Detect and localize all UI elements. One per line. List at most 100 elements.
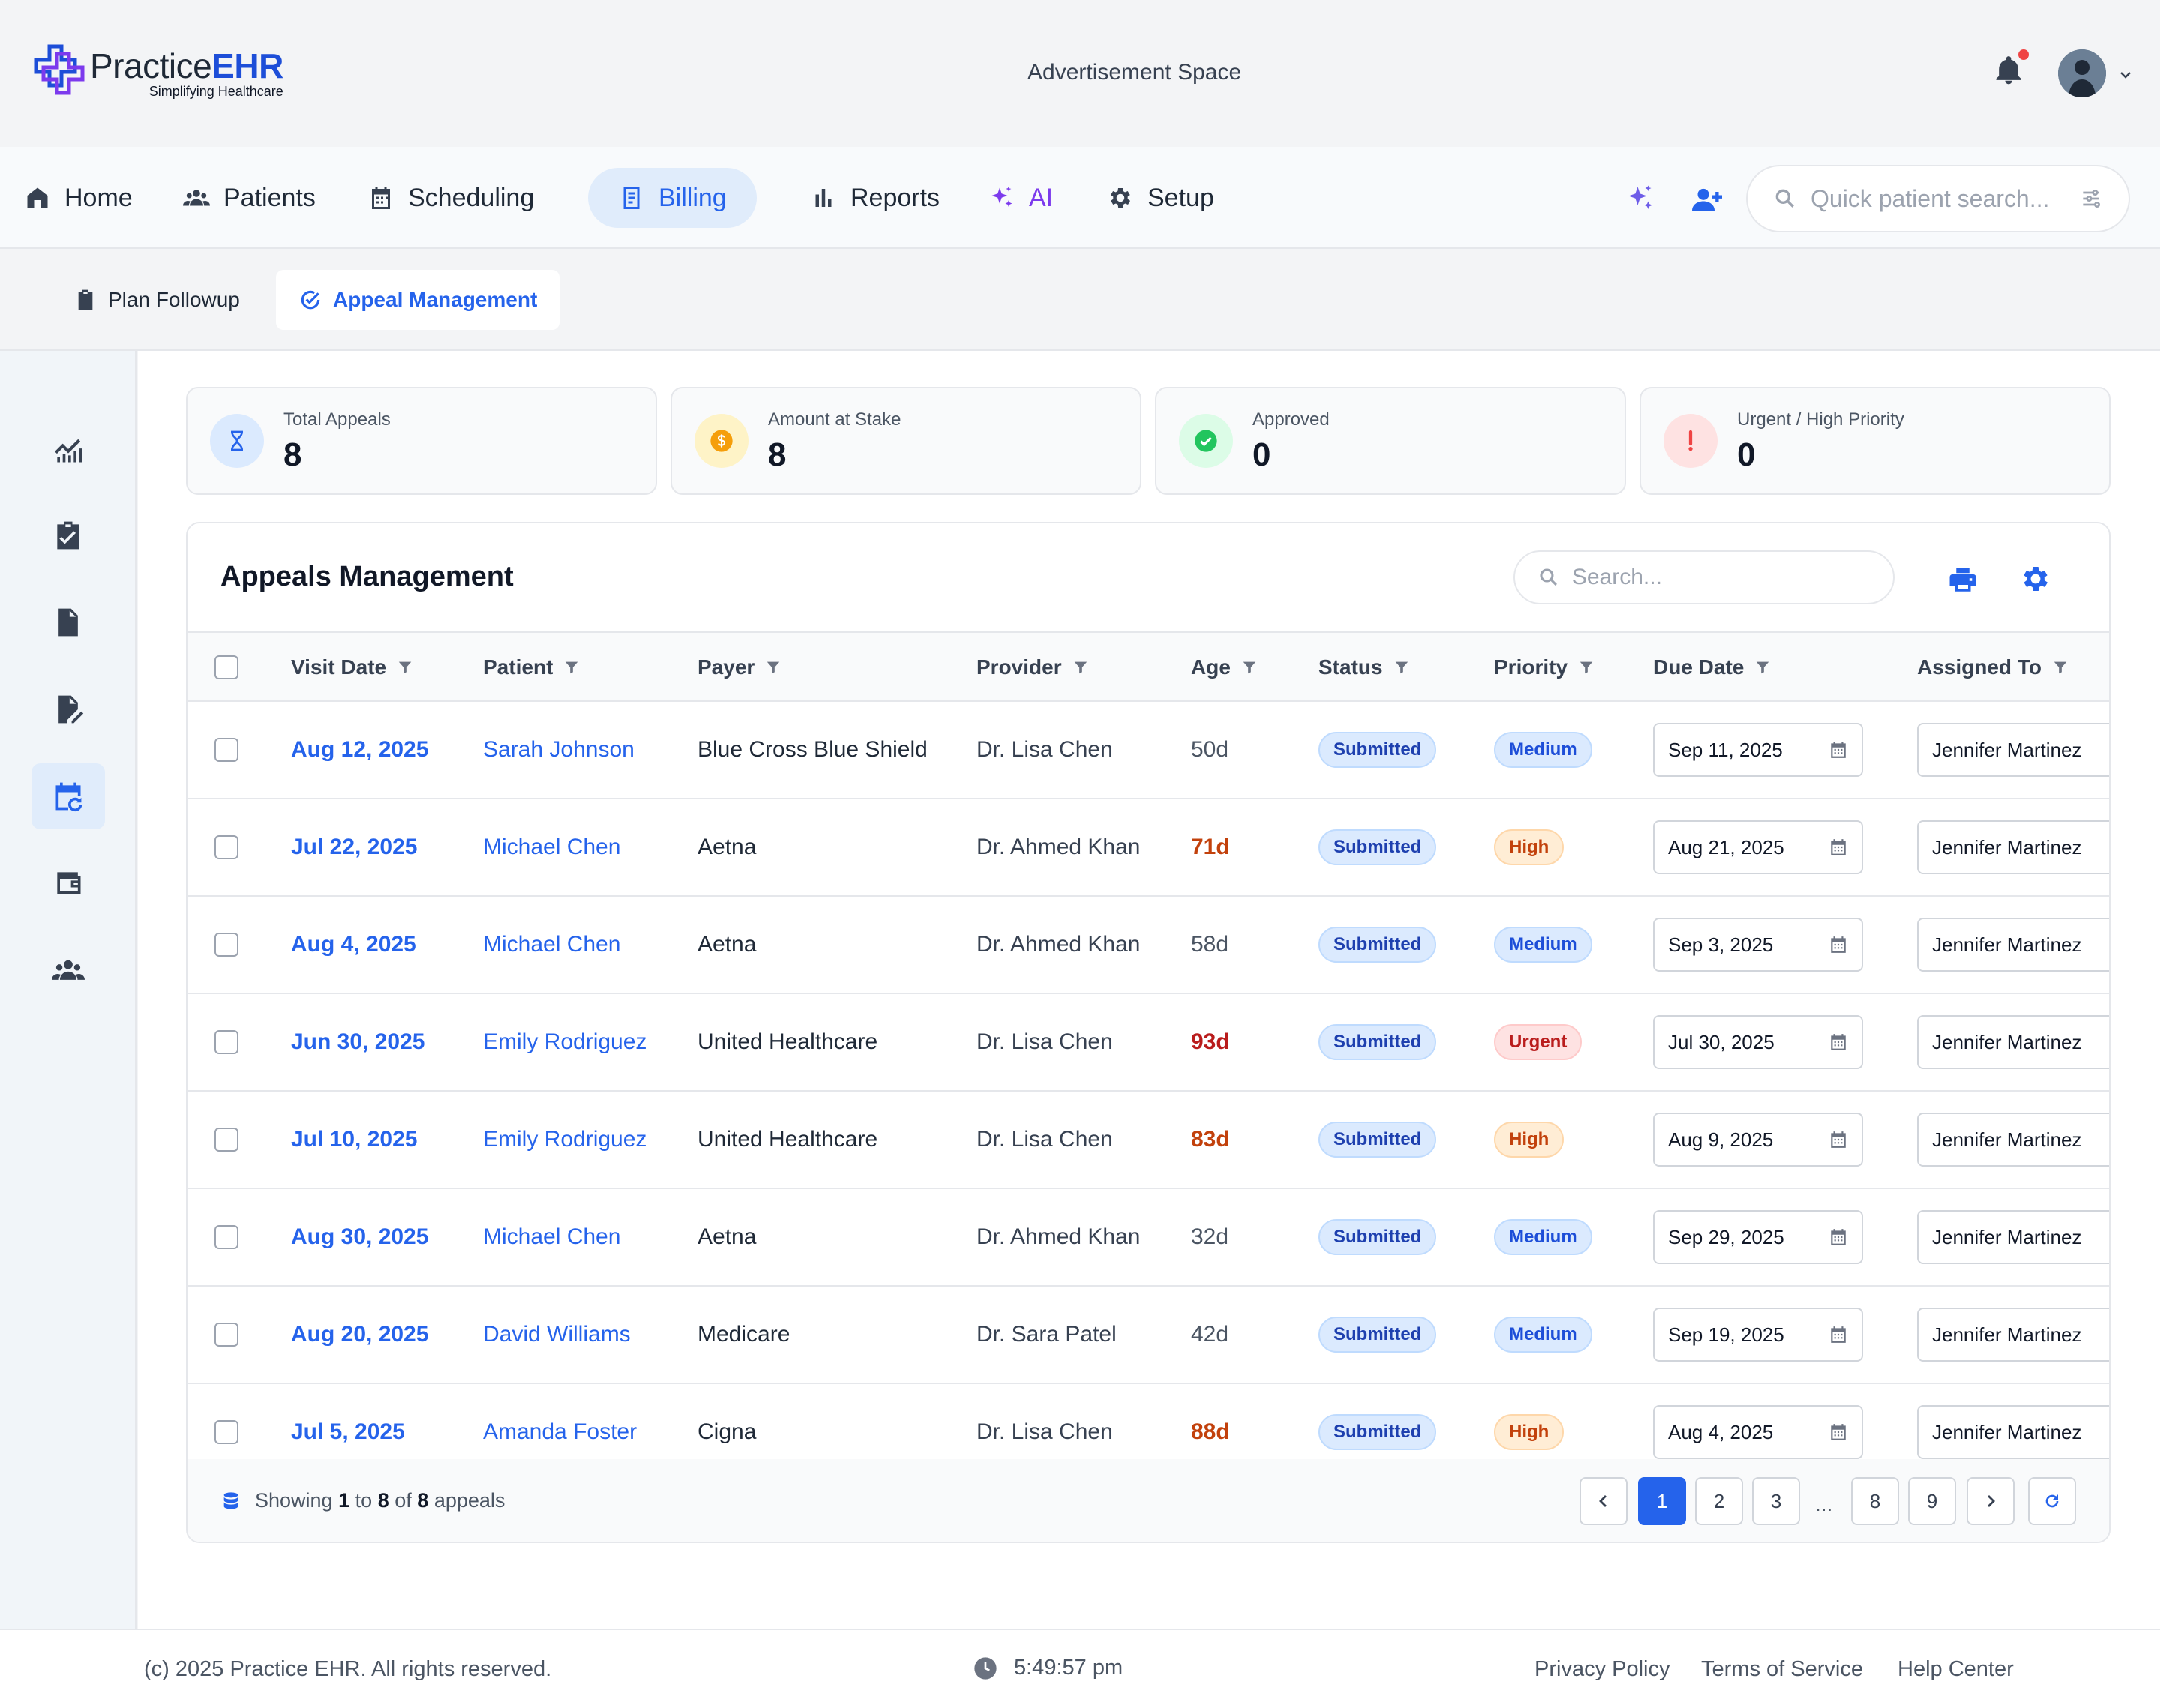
pagination-page-2[interactable]: 2 <box>1695 1477 1743 1525</box>
filter-icon[interactable] <box>397 659 413 676</box>
table-row[interactable]: Jun 30, 2025 Emily Rodriguez United Health… <box>188 994 2109 1092</box>
patient-name-link[interactable]: Michael Chen <box>483 799 620 895</box>
pagination-page-3[interactable]: 3 <box>1752 1477 1800 1525</box>
appeals-search[interactable] <box>1514 550 1894 604</box>
calendar-icon[interactable] <box>1828 1130 1848 1149</box>
patient-name-link[interactable]: Michael Chen <box>483 897 620 993</box>
pagination-next[interactable] <box>1966 1477 2014 1525</box>
visit-date-link[interactable]: Jul 10, 2025 <box>291 1092 417 1188</box>
visit-date-link[interactable]: Aug 30, 2025 <box>291 1189 428 1285</box>
patient-name-link[interactable]: Sarah Johnson <box>483 702 634 798</box>
patient-name-link[interactable]: Michael Chen <box>483 1189 620 1285</box>
due-date-field[interactable]: Aug 4, 2025 <box>1653 1405 1863 1459</box>
pagination-page-1[interactable]: 1 <box>1638 1477 1686 1525</box>
calendar-icon[interactable] <box>1828 1227 1848 1247</box>
nav-billing[interactable]: Billing <box>588 168 757 228</box>
table-row[interactable]: Jul 22, 2025 Michael Chen Aetna Dr. Ahmed K… <box>188 799 2109 897</box>
nav-home[interactable]: Home <box>10 168 146 228</box>
assigned-to-field[interactable]: Jennifer Martinez <box>1917 918 2109 972</box>
practice-ehr-logo[interactable]: PracticeEHR Simplifying Healthcare <box>33 43 284 99</box>
sidebar-tasks[interactable] <box>32 502 105 568</box>
print-icon[interactable] <box>1947 564 1978 595</box>
due-date-field[interactable]: Sep 19, 2025 <box>1653 1308 1863 1362</box>
help-center-link[interactable]: Help Center <box>1898 1657 2014 1682</box>
tab-plan-followup[interactable]: Plan Followup <box>51 270 262 330</box>
calendar-icon[interactable] <box>1828 1325 1848 1344</box>
due-date-field[interactable]: Jul 30, 2025 <box>1653 1015 1863 1069</box>
terms-of-service-link[interactable]: Terms of Service <box>1701 1657 1863 1682</box>
visit-date-link[interactable]: Aug 20, 2025 <box>291 1287 428 1383</box>
column-due-date[interactable]: Due Date <box>1653 633 1771 702</box>
table-row[interactable]: Jul 10, 2025 Emily Rodriguez United Health… <box>188 1092 2109 1189</box>
sidebar-documents[interactable] <box>32 589 105 655</box>
filter-icon[interactable] <box>1072 659 1089 676</box>
visit-date-link[interactable]: Jul 22, 2025 <box>291 799 417 895</box>
user-avatar[interactable] <box>2058 49 2106 97</box>
filter-icon[interactable] <box>563 659 580 676</box>
assigned-to-field[interactable]: Jennifer Martinez <box>1917 1210 2109 1264</box>
filter-icon[interactable] <box>2052 659 2068 676</box>
patient-name-link[interactable]: David Williams <box>483 1287 631 1383</box>
assigned-to-field[interactable]: Jennifer Martinez <box>1917 1308 2109 1362</box>
sidebar-payments[interactable] <box>32 850 105 916</box>
row-checkbox[interactable] <box>214 1030 238 1054</box>
appeals-search-input[interactable] <box>1571 565 1870 590</box>
visit-date-link[interactable]: Jun 30, 2025 <box>291 994 424 1090</box>
assigned-to-field[interactable]: Jennifer Martinez <box>1917 723 2109 777</box>
visit-date-link[interactable]: Aug 4, 2025 <box>291 897 416 993</box>
table-row[interactable]: Aug 30, 2025 Michael Chen Aetna Dr. Ahmed K… <box>188 1189 2109 1287</box>
nav-ai[interactable]: AI <box>975 168 1066 228</box>
patient-name-link[interactable]: Emily Rodriguez <box>483 994 646 1090</box>
sidebar-team[interactable] <box>32 937 105 1003</box>
due-date-field[interactable]: Sep 3, 2025 <box>1653 918 1863 972</box>
due-date-field[interactable]: Aug 9, 2025 <box>1653 1113 1863 1167</box>
filter-icon[interactable] <box>1754 659 1771 676</box>
sidebar-appeals[interactable] <box>32 763 105 829</box>
column-patient[interactable]: Patient <box>483 633 580 702</box>
patient-name-link[interactable]: Emily Rodriguez <box>483 1092 646 1188</box>
ai-assistant-sparkle-icon[interactable] <box>1624 183 1656 214</box>
refresh-button[interactable] <box>2028 1477 2076 1525</box>
row-checkbox[interactable] <box>214 1323 238 1347</box>
tab-appeal-management[interactable]: Appeal Management <box>276 270 560 330</box>
row-checkbox[interactable] <box>214 1420 238 1444</box>
table-row[interactable]: Aug 20, 2025 David Williams Medicare Dr. Sa… <box>188 1287 2109 1384</box>
chevron-down-icon[interactable] <box>2116 66 2134 84</box>
column-visit-date[interactable]: Visit Date <box>291 633 413 702</box>
due-date-field[interactable]: Sep 29, 2025 <box>1653 1210 1863 1264</box>
sidebar-edit-documents[interactable] <box>32 676 105 742</box>
table-row[interactable]: Aug 12, 2025 Sarah Johnson Blue Cross Blue… <box>188 702 2109 799</box>
filter-icon[interactable] <box>1241 659 1258 676</box>
table-settings-gear-icon[interactable] <box>2019 562 2052 595</box>
column-provider[interactable]: Provider <box>976 633 1089 702</box>
nav-scheduling[interactable]: Scheduling <box>354 168 548 228</box>
quick-search-input[interactable] <box>1810 184 2066 213</box>
pagination-page-9[interactable]: 9 <box>1908 1477 1956 1525</box>
nav-setup[interactable]: Setup <box>1094 168 1228 228</box>
privacy-policy-link[interactable]: Privacy Policy <box>1534 1657 1670 1682</box>
sidebar-analytics[interactable] <box>32 417 105 483</box>
column-assigned-to[interactable]: Assigned To <box>1917 633 2068 702</box>
calendar-icon[interactable] <box>1828 838 1848 857</box>
filter-icon[interactable] <box>1394 659 1410 676</box>
due-date-field[interactable]: Aug 21, 2025 <box>1653 820 1863 874</box>
calendar-icon[interactable] <box>1828 1032 1848 1052</box>
assigned-to-field[interactable]: Jennifer Martinez <box>1917 1405 2109 1459</box>
calendar-icon[interactable] <box>1828 1422 1848 1442</box>
row-checkbox[interactable] <box>214 738 238 762</box>
row-checkbox[interactable] <box>214 835 238 859</box>
nav-reports[interactable]: Reports <box>796 168 953 228</box>
filter-sliders-icon[interactable] <box>2079 187 2103 211</box>
select-all-checkbox[interactable] <box>214 655 238 679</box>
filter-icon[interactable] <box>1578 659 1594 676</box>
calendar-icon[interactable] <box>1828 935 1848 954</box>
table-row[interactable]: Aug 4, 2025 Michael Chen Aetna Dr. Ahmed Kh… <box>188 897 2109 994</box>
column-status[interactable]: Status <box>1318 633 1410 702</box>
pagination-prev[interactable] <box>1580 1477 1628 1525</box>
assigned-to-field[interactable]: Jennifer Martinez <box>1917 820 2109 874</box>
add-patient-icon[interactable] <box>1690 184 1724 214</box>
visit-date-link[interactable]: Aug 12, 2025 <box>291 702 428 798</box>
nav-patients[interactable]: Patients <box>170 168 329 228</box>
column-priority[interactable]: Priority <box>1494 633 1594 702</box>
row-checkbox[interactable] <box>214 1128 238 1152</box>
